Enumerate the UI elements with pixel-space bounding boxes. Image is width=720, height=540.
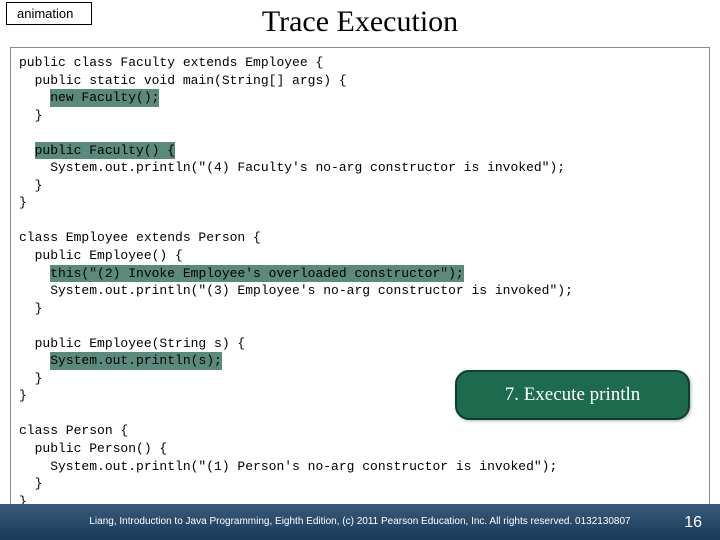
code-line: System.out.println("(4) Faculty's no-arg… xyxy=(19,160,565,175)
footer-credit: Liang, Introduction to Java Programming,… xyxy=(0,516,720,528)
code-line: public class Faculty extends Employee { xyxy=(19,55,323,70)
code-line: public Employee(String s) { xyxy=(19,336,245,351)
code-block: public class Faculty extends Employee { … xyxy=(10,47,710,519)
code-line: class Person { xyxy=(19,423,128,438)
code-indent xyxy=(19,143,35,158)
code-line: } xyxy=(19,108,42,123)
code-line: class Employee extends Person { xyxy=(19,230,261,245)
code-blank xyxy=(19,406,27,421)
code-line: public Person() { xyxy=(19,441,167,456)
code-line: System.out.println("(1) Person's no-arg … xyxy=(19,459,557,474)
highlight-this-call: this("(2) Invoke Employee's overloaded c… xyxy=(50,265,463,283)
page-number: 16 xyxy=(684,514,702,532)
highlight-println-s: System.out.println(s); xyxy=(50,352,222,370)
code-line: public static void main(String[] args) { xyxy=(19,73,347,88)
code-blank xyxy=(19,125,27,140)
animation-label: animation xyxy=(17,6,73,21)
code-indent xyxy=(19,90,50,105)
page-title: Trace Execution xyxy=(0,0,720,47)
code-line: } xyxy=(19,178,42,193)
code-line: } xyxy=(19,371,42,386)
code-line: System.out.println("(3) Employee's no-ar… xyxy=(19,283,573,298)
code-blank xyxy=(19,318,27,333)
code-indent xyxy=(19,353,50,368)
highlight-faculty-ctor: public Faculty() { xyxy=(35,142,175,160)
code-line: } xyxy=(19,195,27,210)
code-blank xyxy=(19,213,27,228)
code-line: } xyxy=(19,388,27,403)
code-line: public Employee() { xyxy=(19,248,183,263)
code-line: } xyxy=(19,476,42,491)
highlight-new-faculty: new Faculty(); xyxy=(50,89,159,107)
code-indent xyxy=(19,266,50,281)
slide-footer: Liang, Introduction to Java Programming,… xyxy=(0,504,720,540)
code-line: } xyxy=(19,301,42,316)
animation-badge: animation xyxy=(6,2,92,25)
callout-text: 7. Execute println xyxy=(505,384,641,406)
step-callout: 7. Execute println xyxy=(455,370,690,420)
